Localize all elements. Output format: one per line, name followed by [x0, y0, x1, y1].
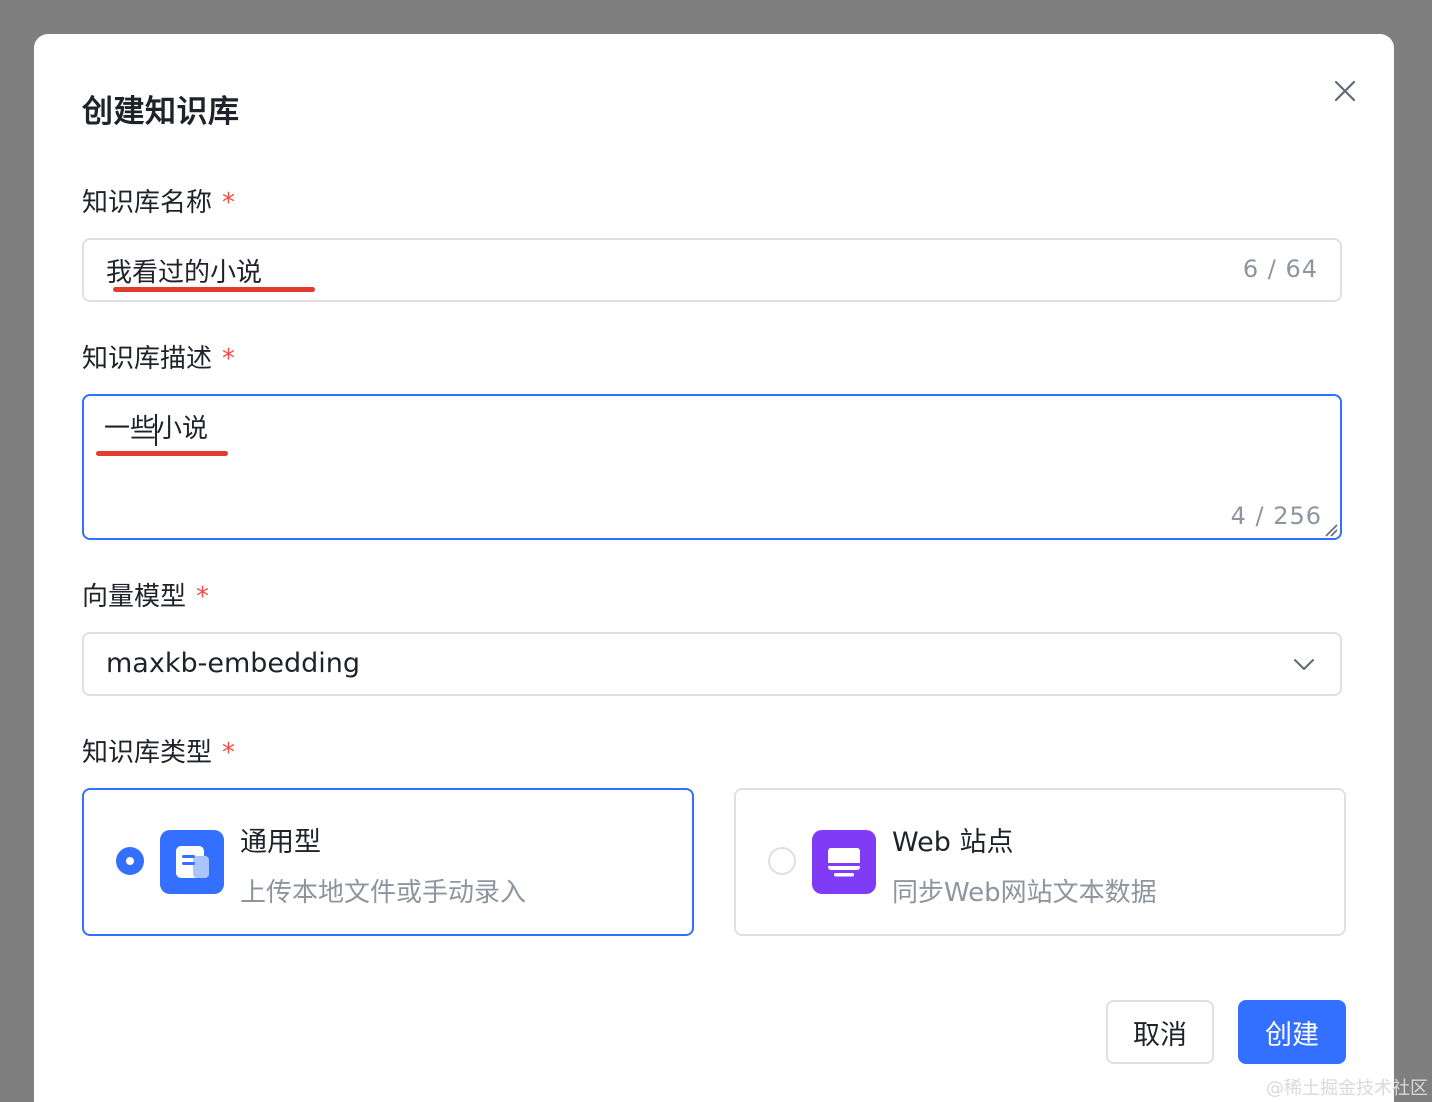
required-mark: *: [222, 344, 236, 374]
required-mark: *: [222, 188, 236, 218]
model-select-value: maxkb-embedding: [106, 648, 361, 679]
type-label: 知识库类型 *: [82, 732, 235, 769]
watermark: @稀土掘金技术社区: [1266, 1078, 1428, 1099]
description-text-before-caret: 一些: [104, 414, 157, 444]
type-option-description: 上传本地文件或手动录入: [240, 878, 527, 908]
description-label-text: 知识库描述: [82, 344, 213, 374]
type-option-general[interactable]: 通用型 上传本地文件或手动录入: [82, 788, 694, 936]
annotation-underline: [96, 451, 228, 456]
cancel-button[interactable]: 取消: [1106, 1000, 1214, 1064]
type-label-text: 知识库类型: [82, 738, 213, 768]
radio-web[interactable]: [768, 847, 796, 875]
chevron-down-icon[interactable]: [1292, 652, 1316, 676]
annotation-underline: [113, 287, 315, 292]
description-text-after-caret: 小说: [156, 414, 209, 444]
model-label-text: 向量模型: [82, 582, 187, 612]
name-label: 知识库名称 *: [82, 182, 235, 219]
name-char-counter: 6 / 64: [1242, 255, 1318, 283]
name-label-text: 知识库名称: [82, 188, 213, 218]
name-input[interactable]: 我看过的小说 6 / 64: [82, 238, 1342, 302]
close-icon[interactable]: [1330, 76, 1360, 106]
dialog-title: 创建知识库: [82, 94, 240, 130]
description-textarea-value: 一些小说: [104, 408, 208, 446]
model-label: 向量模型 *: [82, 576, 209, 613]
monitor-icon: [812, 830, 876, 894]
document-icon: [160, 830, 224, 894]
create-knowledge-base-dialog: 创建知识库 知识库名称 * 我看过的小说 6 / 64 知识库描述 * 一些小说 4…: [34, 34, 1394, 1102]
radio-general[interactable]: [116, 847, 144, 875]
type-option-description: 同步Web网站文本数据: [892, 878, 1157, 908]
type-option-title: Web 站点: [892, 827, 1014, 858]
description-textarea[interactable]: 一些小说 4 / 256: [82, 394, 1342, 540]
type-option-title: 通用型: [240, 827, 321, 858]
required-mark: *: [196, 582, 210, 612]
description-char-counter: 4 / 256: [1230, 502, 1322, 530]
create-button[interactable]: 创建: [1238, 1000, 1346, 1064]
name-input-value: 我看过的小说: [106, 258, 263, 288]
type-option-web[interactable]: Web 站点 同步Web网站文本数据: [734, 788, 1346, 936]
required-mark: *: [222, 738, 236, 768]
model-select[interactable]: maxkb-embedding: [82, 632, 1342, 696]
description-label: 知识库描述 *: [82, 338, 235, 375]
resize-handle-icon[interactable]: [1324, 522, 1338, 537]
